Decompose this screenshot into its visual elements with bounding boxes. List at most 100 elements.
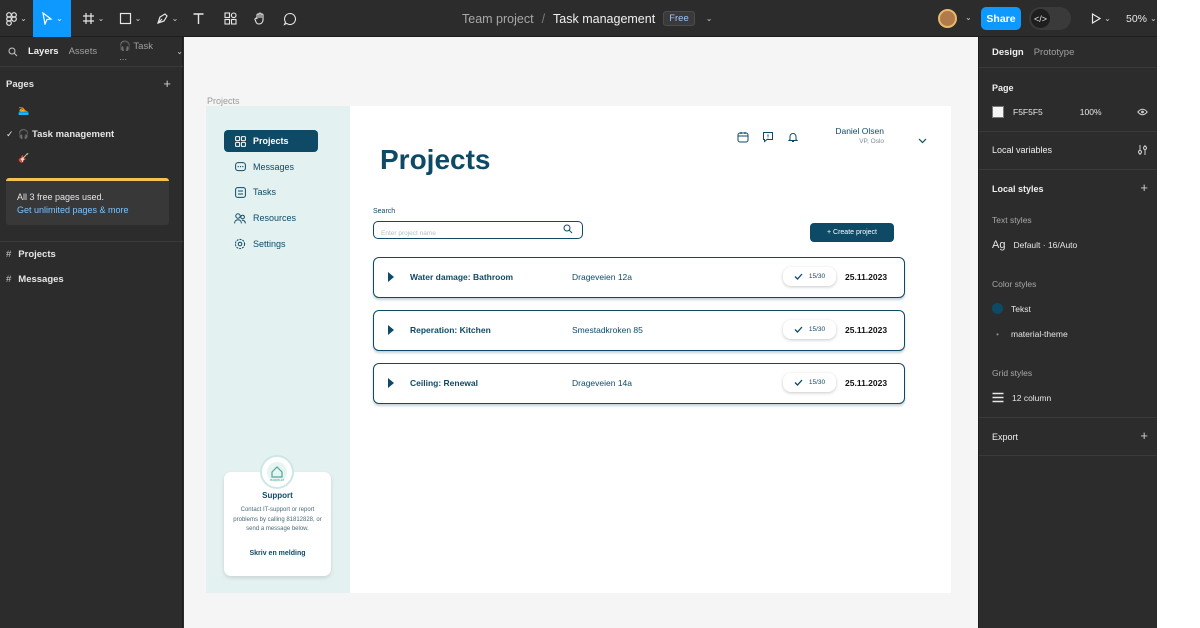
nav-item-resources[interactable]: Resources — [224, 207, 318, 229]
project-name: Ceiling: Renewal — [410, 378, 479, 388]
comment-tool-button[interactable] — [280, 0, 300, 37]
layer-frame-messages[interactable]: # Messages — [6, 274, 176, 285]
add-style-icon[interactable]: + — [1140, 180, 1148, 195]
page-opacity[interactable]: 100% — [1080, 107, 1102, 117]
project-card[interactable]: Ceiling: Renewal Drageveien 14a 15/30 25… — [373, 363, 905, 404]
color-style-item[interactable]: • material-theme — [992, 329, 1068, 339]
check-icon — [794, 379, 803, 386]
add-page-icon[interactable]: + — [163, 77, 171, 90]
header-icons — [737, 131, 799, 143]
layer-label: Messages — [18, 274, 64, 285]
tab-layers[interactable]: Layers — [28, 46, 59, 57]
page-item[interactable]: 🎸 — [6, 149, 176, 167]
resources-button[interactable] — [220, 0, 240, 37]
nav-item-settings[interactable]: Settings — [224, 233, 318, 255]
layer-label: Projects — [18, 249, 56, 260]
project-name: Reperation: Kitchen — [410, 325, 491, 335]
text-style-item[interactable]: Ag Default · 16/Auto — [992, 239, 1077, 251]
color-swatch[interactable] — [992, 106, 1004, 118]
nav-item-projects[interactable]: Projects — [224, 130, 318, 152]
page-item[interactable]: 🏊 — [6, 101, 176, 119]
text-styles-heading: Text styles — [992, 215, 1032, 225]
file-title[interactable]: Team project / Task management Free ⌄ — [462, 0, 712, 37]
pages-header: Pages + — [6, 77, 171, 90]
color-style-item[interactable]: Tekst — [992, 303, 1031, 314]
create-project-button[interactable]: + Create project — [810, 223, 894, 242]
share-button[interactable]: Share — [981, 7, 1021, 30]
move-tool-button[interactable]: ⌄ — [33, 0, 71, 37]
calendar-icon[interactable] — [737, 131, 749, 143]
message-icon[interactable] — [762, 131, 774, 143]
present-button[interactable]: ⌄ — [1088, 0, 1114, 37]
project-card[interactable]: Reperation: Kitchen Smestadkroken 85 15/… — [373, 310, 905, 351]
search-icon[interactable] — [563, 224, 573, 234]
layer-frame-projects[interactable]: # Projects — [6, 249, 176, 260]
check-icon — [794, 273, 803, 280]
page-color-hex[interactable]: F5F5F5 — [1013, 107, 1043, 117]
gear-icon — [234, 238, 246, 250]
local-styles-heading: Local styles — [992, 184, 1044, 194]
grid-styles-heading: Grid styles — [992, 368, 1033, 378]
page-fill-row[interactable]: F5F5F5 100% — [992, 106, 1102, 118]
project-date: 25.11.2023 — [845, 272, 888, 282]
frame-label[interactable]: Projects — [207, 96, 240, 106]
progress-count: 15/30 — [808, 273, 826, 280]
project-card[interactable]: Water damage: Bathroom Drageveien 12a 15… — [373, 257, 905, 298]
frame-tool-button[interactable]: ⌄ — [78, 0, 108, 37]
chevron-down-icon: ⌄ — [56, 14, 63, 23]
project-address: Smestadkroken 85 — [572, 325, 643, 335]
upgrade-link[interactable]: Get unlimited pages & more — [17, 204, 169, 217]
add-export-icon[interactable]: + — [1140, 428, 1148, 443]
pages-limit-notice: All 3 free pages used. Get unlimited pag… — [6, 178, 169, 225]
main-menu-button[interactable]: ⌄ — [0, 0, 33, 37]
text-style-name: Default · 16/Auto — [1013, 240, 1078, 250]
zoom-control[interactable]: 50% ⌄ — [1126, 0, 1157, 37]
variables-settings-icon[interactable] — [1137, 144, 1148, 156]
expand-caret-icon[interactable] — [388, 378, 394, 388]
text-tool-icon — [193, 13, 203, 24]
search-icon[interactable] — [8, 46, 18, 57]
avatar[interactable] — [938, 9, 957, 28]
chevron-down-icon[interactable]: ⌄ — [965, 13, 972, 22]
search-input[interactable] — [381, 226, 561, 241]
notice-text: All 3 free pages used. — [17, 192, 105, 202]
page-switcher[interactable]: 🎧 Task ... — [119, 41, 163, 63]
search-label: Search — [373, 208, 396, 215]
chevron-down-icon[interactable] — [918, 131, 927, 149]
expand-caret-icon[interactable] — [388, 272, 394, 282]
chevron-down-icon: ⌄ — [1104, 14, 1111, 23]
shape-tool-icon — [119, 12, 131, 25]
file-name[interactable]: Task management — [553, 12, 655, 26]
grid-style-item[interactable]: 12 column — [992, 392, 1051, 403]
hand-tool-button[interactable] — [250, 0, 270, 37]
chevron-down-icon[interactable]: ⌄ — [176, 47, 183, 56]
color-style-name: material-theme — [1011, 329, 1068, 339]
text-tool-button[interactable] — [188, 0, 208, 37]
expand-caret-icon[interactable] — [388, 325, 394, 335]
page-label: Task management — [32, 128, 115, 140]
bell-icon[interactable] — [787, 131, 799, 143]
project-name[interactable]: Team project — [462, 12, 534, 26]
projects-frame[interactable]: Projects Messages Tasks Resources Settin… — [206, 106, 951, 593]
user-name[interactable]: Daniel Olsen — [818, 126, 884, 136]
eye-icon[interactable] — [1137, 108, 1148, 116]
page-switcher-label: Task ... — [119, 40, 153, 63]
project-date: 25.11.2023 — [845, 325, 888, 335]
design-canvas[interactable]: Projects Projects Messages Tasks Resourc… — [184, 37, 978, 628]
chevron-down-icon[interactable]: ⌄ — [706, 14, 713, 23]
nav-item-tasks[interactable]: Tasks — [224, 181, 318, 203]
tab-assets[interactable]: Assets — [69, 46, 98, 57]
pen-tool-button[interactable]: ⌄ — [152, 0, 182, 37]
tab-prototype[interactable]: Prototype — [1034, 47, 1075, 58]
page-item-task-management[interactable]: ✓ 🎧 Task management — [6, 125, 176, 143]
local-variables-label[interactable]: Local variables — [992, 145, 1052, 155]
send-message-link[interactable]: Skriv en melding — [224, 550, 331, 557]
dev-mode-toggle[interactable]: </> — [1029, 7, 1071, 30]
shape-tool-button[interactable]: ⌄ — [115, 0, 145, 37]
comment-icon — [283, 12, 296, 26]
project-date: 25.11.2023 — [845, 378, 888, 388]
nav-item-messages[interactable]: Messages — [224, 156, 318, 178]
export-section: Export + — [979, 418, 1158, 456]
search-field[interactable] — [373, 221, 583, 241]
tab-design[interactable]: Design — [992, 47, 1024, 58]
